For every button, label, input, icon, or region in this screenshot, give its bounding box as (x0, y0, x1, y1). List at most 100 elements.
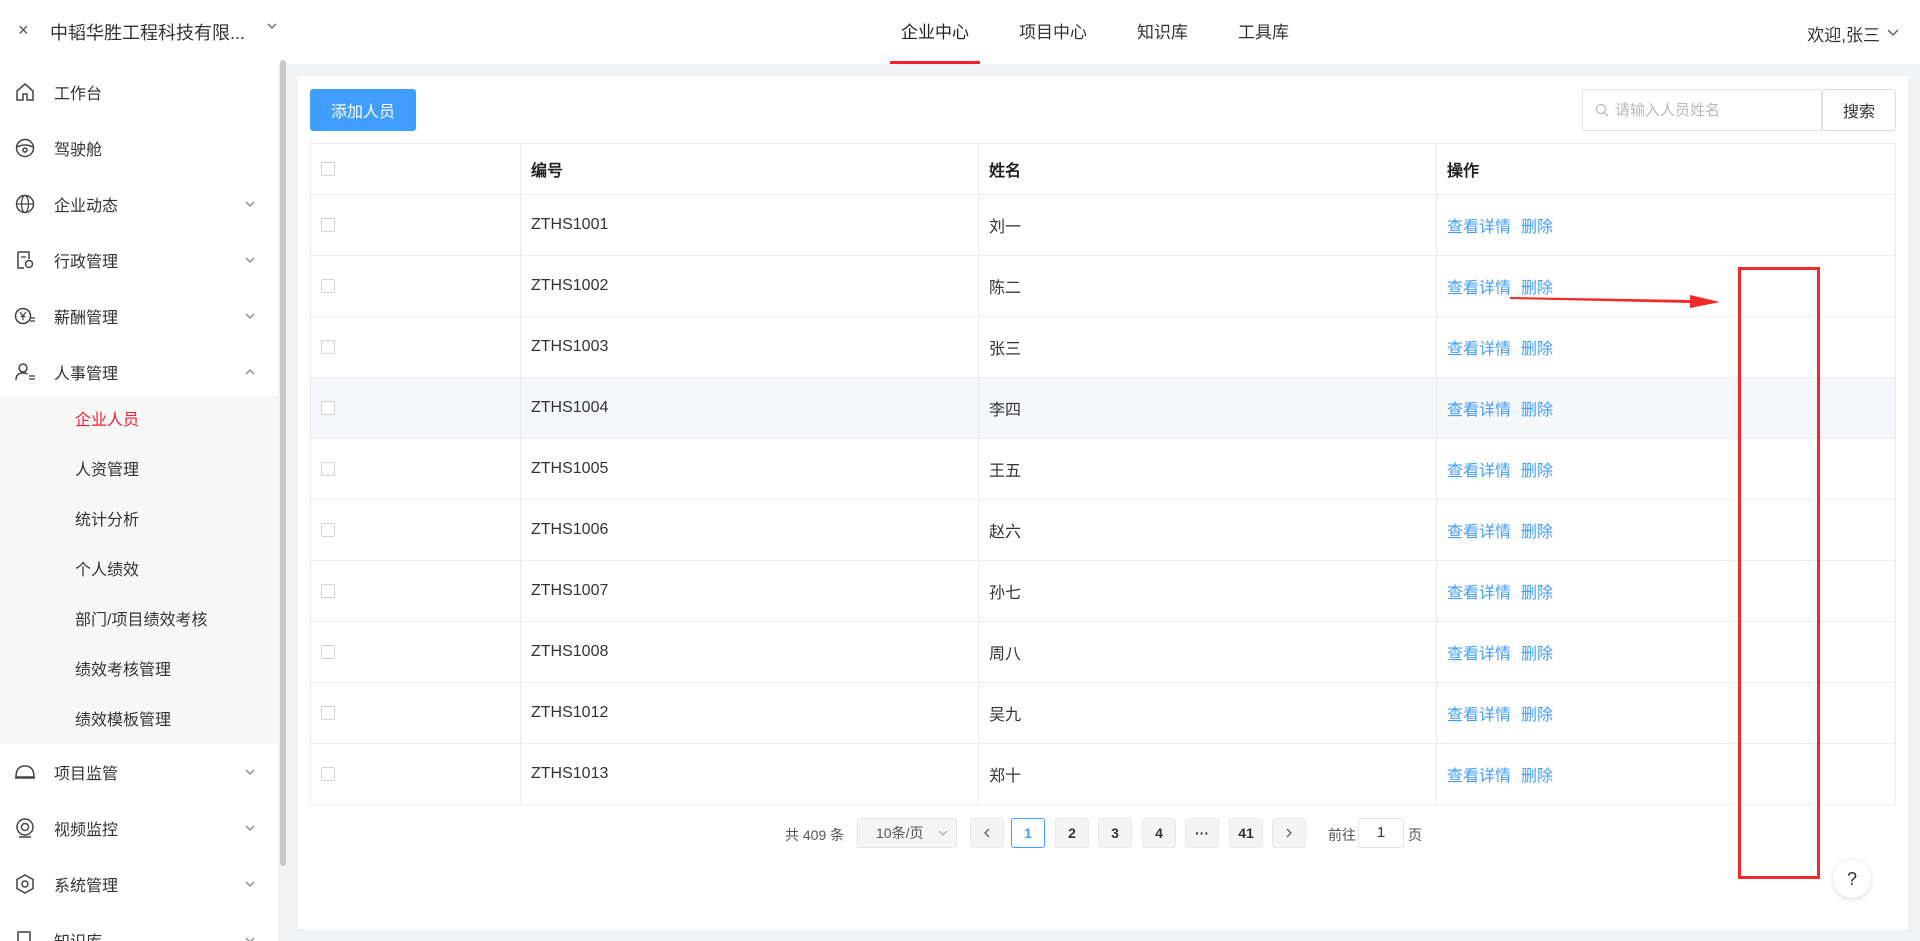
view-details-link[interactable]: 查看详情 (1447, 707, 1511, 724)
chevron-down-icon (938, 819, 948, 859)
delete-link[interactable]: 删除 (1521, 524, 1553, 541)
page-size-select[interactable]: 10条/页 (857, 818, 957, 848)
view-details-link[interactable]: 查看详情 (1447, 524, 1511, 541)
view-details-link[interactable]: 查看详情 (1447, 219, 1511, 236)
goto-page-input[interactable]: 1 (1358, 818, 1404, 848)
sidebar-item-hr[interactable]: 人事管理 (0, 344, 278, 400)
id-cell: ZTHS1006 (520, 499, 979, 561)
delete-link[interactable]: 删除 (1521, 341, 1553, 358)
helmet-icon (14, 761, 36, 783)
user-menu[interactable]: 欢迎,张三 (1807, 21, 1900, 46)
sidebar-item-cockpit[interactable]: 驾驶舱 (0, 120, 278, 176)
sidebar-item-knowledge[interactable]: 知识库 (0, 912, 278, 941)
view-details-link[interactable]: 查看详情 (1447, 280, 1511, 297)
sidebar-item-enterprise-news[interactable]: 企业动态 (0, 176, 278, 232)
id-cell: ZTHS1002 (520, 255, 979, 317)
page-size-value: 10条/页 (876, 825, 924, 841)
pagination: 共 409 条 10条/页 1 2 3 4 ··· 41 前往 1 页 (0, 818, 1920, 850)
delete-link[interactable]: 删除 (1521, 402, 1553, 419)
sidebar-item-label: 人事管理 (54, 366, 119, 383)
submenu-dept-performance[interactable]: 部门/项目绩效考核 (75, 596, 207, 646)
checkbox-cell (310, 560, 521, 622)
sidebar-item-salary[interactable]: 薪酬管理 (0, 288, 278, 344)
view-details-link[interactable]: 查看详情 (1447, 646, 1511, 663)
view-details-link[interactable]: 查看详情 (1447, 463, 1511, 480)
page-ellipsis-button[interactable]: ··· (1185, 818, 1219, 848)
delete-link[interactable]: 删除 (1521, 585, 1553, 602)
delete-link[interactable]: 删除 (1521, 463, 1553, 480)
help-button[interactable]: ? (1833, 860, 1871, 898)
search-icon (1595, 103, 1609, 117)
chevron-down-icon[interactable] (266, 19, 278, 35)
add-staff-button[interactable]: 添加人员 (310, 89, 416, 131)
action-cell: 查看详情 删除 (1436, 438, 1896, 500)
page-4-button[interactable]: 4 (1142, 818, 1176, 848)
row-checkbox[interactable] (321, 461, 335, 476)
sidebar-item-workbench[interactable]: 工作台 (0, 64, 278, 120)
sidebar-scrollbar[interactable] (280, 60, 286, 866)
page-3-button[interactable]: 3 (1098, 818, 1132, 848)
table-row: ZTHS1012 吴九 查看详情 删除 (310, 682, 1896, 744)
action-cell: 查看详情 删除 (1436, 682, 1896, 744)
action-cell: 查看详情 删除 (1436, 316, 1896, 378)
checkbox-cell (310, 621, 521, 683)
delete-link[interactable]: 删除 (1521, 646, 1553, 663)
steering-wheel-icon (14, 137, 36, 159)
row-checkbox[interactable] (321, 644, 335, 659)
sidebar-item-admin[interactable]: 行政管理 (0, 232, 278, 288)
row-checkbox[interactable] (321, 278, 335, 293)
submenu-enterprise-staff[interactable]: 企业人员 (75, 396, 139, 446)
goto-suffix: 页 (1408, 827, 1422, 843)
nav-knowledge-base[interactable]: 知识库 (1126, 0, 1199, 64)
delete-link[interactable]: 删除 (1521, 219, 1553, 236)
close-icon[interactable]: × (18, 20, 29, 41)
home-icon (14, 81, 36, 103)
select-all-checkbox[interactable] (321, 161, 335, 176)
submenu-personal-performance[interactable]: 个人绩效 (75, 546, 139, 596)
globe-icon (14, 193, 36, 215)
chevron-down-icon (244, 197, 256, 211)
submenu-performance-management[interactable]: 绩效考核管理 (75, 646, 171, 696)
submenu-performance-templates[interactable]: 绩效模板管理 (75, 696, 171, 746)
user-list-icon (14, 361, 36, 383)
row-checkbox[interactable] (321, 705, 335, 720)
select-all-cell (310, 143, 521, 195)
top-bar: × 中韬华胜工程科技有限... 企业中心 项目中心 知识库 工具库 欢迎,张三 (0, 0, 1920, 64)
table-row: ZTHS1004 李四 查看详情 删除 (310, 377, 1896, 439)
nav-project-center[interactable]: 项目中心 (1008, 0, 1098, 64)
submenu-hr-management[interactable]: 人资管理 (75, 446, 139, 496)
chevron-up-icon (244, 365, 256, 379)
view-details-link[interactable]: 查看详情 (1447, 585, 1511, 602)
delete-link[interactable]: 删除 (1521, 768, 1553, 785)
next-page-button[interactable] (1272, 818, 1306, 848)
search-button[interactable]: 搜索 (1822, 89, 1896, 131)
view-details-link[interactable]: 查看详情 (1447, 768, 1511, 785)
search-input[interactable] (1615, 101, 1815, 119)
pagination-total: 共 409 条 (785, 827, 845, 843)
sidebar-item-label: 项目监管 (54, 766, 119, 783)
delete-link[interactable]: 删除 (1521, 707, 1553, 724)
view-details-link[interactable]: 查看详情 (1447, 402, 1511, 419)
column-header-id: 编号 (520, 143, 979, 195)
submenu-statistics[interactable]: 统计分析 (75, 496, 139, 546)
view-details-link[interactable]: 查看详情 (1447, 341, 1511, 358)
sidebar-item-label: 系统管理 (54, 878, 119, 895)
row-checkbox[interactable] (321, 339, 335, 354)
page-1-button[interactable]: 1 (1011, 818, 1045, 848)
prev-page-button[interactable] (970, 818, 1004, 848)
sidebar-item-project-supervision[interactable]: 项目监管 (0, 744, 278, 800)
book-icon (14, 929, 36, 941)
page-41-button[interactable]: 41 (1229, 818, 1263, 848)
page-2-button[interactable]: 2 (1055, 818, 1089, 848)
column-header-name: 姓名 (978, 143, 1437, 195)
sidebar-item-system[interactable]: 系统管理 (0, 856, 278, 912)
row-checkbox[interactable] (321, 400, 335, 415)
row-checkbox[interactable] (321, 217, 335, 232)
row-checkbox[interactable] (321, 583, 335, 598)
nav-enterprise-center[interactable]: 企业中心 (890, 0, 980, 64)
nav-tool-library[interactable]: 工具库 (1227, 0, 1300, 64)
row-checkbox[interactable] (321, 522, 335, 537)
company-name[interactable]: 中韬华胜工程科技有限... (50, 19, 245, 45)
row-checkbox[interactable] (321, 766, 335, 781)
sidebar-item-label: 企业动态 (54, 198, 119, 215)
